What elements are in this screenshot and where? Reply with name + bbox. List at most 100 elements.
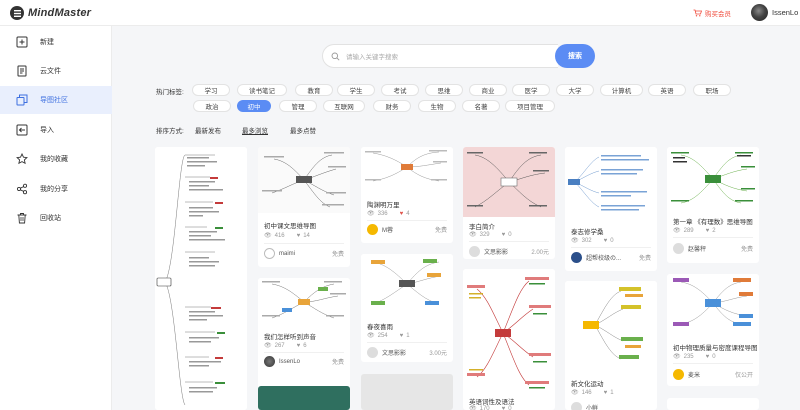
- card-stats: 👁 329 ♥ 0: [469, 231, 512, 239]
- view-count: 289: [683, 227, 694, 234]
- card-divider: [673, 363, 753, 364]
- tag-chip[interactable]: 计算机: [600, 84, 643, 96]
- tag-chip[interactable]: 政治: [193, 100, 231, 112]
- sidebar-item-community[interactable]: 导图社区: [0, 86, 112, 114]
- tag-chip[interactable]: 名著: [462, 100, 500, 112]
- author-avatar: [367, 224, 378, 235]
- map-card-partial[interactable]: [667, 398, 759, 410]
- card-author[interactable]: 超帮校级の...: [571, 252, 621, 263]
- user-menu[interactable]: IssenLo: [751, 4, 798, 21]
- mindmap-thumbnail: [361, 147, 453, 187]
- card-author[interactable]: maimi: [264, 248, 295, 259]
- map-card[interactable]: 李白简介 👁 329 ♥ 0 文思影影 2.00元: [463, 147, 555, 259]
- card-author[interactable]: IssenLo: [264, 356, 300, 367]
- sidebar-item-trash[interactable]: 回收站: [0, 204, 112, 232]
- tag-chip[interactable]: 学习: [192, 84, 230, 96]
- eye-icon: 👁: [673, 354, 681, 360]
- map-card[interactable]: 初中课文思维导图 👁 416 ♥ 14 maimi 免费: [258, 147, 350, 267]
- tag-chip[interactable]: 职场: [693, 84, 731, 96]
- map-card[interactable]: 初中物理质量与密度课程导图 👁 235 ♥ 0 麦米 仅公开: [667, 274, 759, 386]
- mindmap-thumbnail: [361, 254, 453, 314]
- card-title: 春夜喜雨: [367, 324, 393, 331]
- tag-chip[interactable]: 考试: [381, 84, 419, 96]
- view-count: 336: [377, 210, 388, 217]
- sidebar-item-label: 导入: [40, 127, 54, 134]
- map-card[interactable]: 泰志修学桑 👁 302 ♥ 0 超帮校级の... 免费: [565, 147, 657, 271]
- author-avatar: [264, 356, 275, 367]
- author-avatar: [367, 347, 378, 358]
- search-button[interactable]: 搜索: [555, 44, 595, 68]
- tag-chip[interactable]: 生物: [418, 100, 456, 112]
- card-title: 初中物理质量与密度课程导图: [673, 345, 758, 352]
- app-logo[interactable]: MindMaster: [10, 6, 91, 20]
- tag-chip[interactable]: 互联网: [323, 100, 365, 112]
- card-author[interactable]: 小鲜: [571, 402, 598, 410]
- import-icon: [16, 124, 28, 136]
- map-card[interactable]: 陶渊明万里 👁 336 ♥ 4 M蓉 免费: [361, 147, 453, 243]
- like-count: 0: [712, 353, 716, 360]
- card-title: 李白简介: [469, 224, 495, 231]
- map-card[interactable]: 春夜喜雨 👁 254 ♥ 1 文思影影 3.00元: [361, 254, 453, 362]
- map-card[interactable]: 英语词性及语法 👁 170 ♥ 0: [463, 269, 555, 410]
- card-author[interactable]: M蓉: [367, 224, 393, 235]
- mindmap-thumbnail: [667, 274, 759, 332]
- tag-chip[interactable]: 英语: [648, 84, 686, 96]
- tag-chip[interactable]: 项目管理: [505, 100, 555, 112]
- like-count: 0: [508, 231, 512, 238]
- tag-chip[interactable]: 思维: [425, 84, 463, 96]
- card-author[interactable]: 文思影影: [469, 246, 508, 257]
- sidebar-item-cloud-files[interactable]: 云文件: [0, 57, 112, 85]
- like-count: 2: [712, 227, 716, 234]
- card-title: 陶渊明万里: [367, 202, 400, 209]
- map-card[interactable]: 第一章 《有理数》思维导图 👁 289 ♥ 2 赵馨秤 免费: [667, 147, 759, 263]
- sidebar-item-favorites[interactable]: 我的收藏: [0, 145, 112, 173]
- sidebar-item-shares[interactable]: 我的分享: [0, 175, 112, 203]
- tag-chip[interactable]: 财务: [373, 100, 411, 112]
- heart-icon: ♥: [705, 353, 710, 360]
- map-card-partial[interactable]: [258, 386, 350, 410]
- sidebar-item-label: 新建: [40, 39, 54, 46]
- sort-option-most-viewed[interactable]: 最多浏览: [242, 125, 268, 135]
- tag-chip[interactable]: 医学: [512, 84, 550, 96]
- author-name: 赵馨秤: [688, 247, 707, 253]
- tag-chip[interactable]: 学生: [337, 84, 375, 96]
- card-author[interactable]: 文思影影: [367, 347, 406, 358]
- view-count: 302: [581, 237, 592, 244]
- like-count: 6: [303, 342, 307, 349]
- map-card-large[interactable]: [155, 147, 247, 410]
- mindmaster-logo-icon: [10, 6, 24, 20]
- sort-label: 排序方式:: [156, 128, 184, 135]
- buy-vip-link[interactable]: 购买会员: [693, 8, 731, 18]
- map-card-partial[interactable]: [361, 374, 453, 410]
- heart-icon: ♥: [603, 389, 608, 396]
- sort-option-most-liked[interactable]: 最多点赞: [290, 125, 316, 135]
- heart-icon: ♥: [705, 227, 710, 234]
- author-avatar: [571, 252, 582, 263]
- star-icon: [16, 153, 28, 165]
- sort-option-newest[interactable]: 最新发布: [195, 125, 221, 135]
- view-count: 146: [581, 389, 592, 396]
- tag-chip[interactable]: 读书笔记: [237, 84, 287, 96]
- map-card[interactable]: 我们怎样听到声音 👁 267 ♥ 6 IssenLo 免费: [258, 278, 350, 398]
- sidebar-item-new[interactable]: 新建: [0, 28, 112, 56]
- tag-chip[interactable]: 商业: [469, 84, 507, 96]
- search-icon: [331, 52, 340, 61]
- card-author[interactable]: 麦米: [673, 369, 700, 380]
- map-card[interactable]: 新文化运动 👁 146 ♥ 1 小鲜: [565, 281, 657, 410]
- document-icon: [17, 65, 27, 77]
- tag-chip[interactable]: 大学: [556, 84, 594, 96]
- brand-name: MindMaster: [28, 7, 92, 19]
- card-title: 我们怎样听到声音: [264, 334, 316, 341]
- search-input[interactable]: 请输入关键字搜索: [322, 44, 558, 68]
- top-bar: MindMaster 购买会员 IssenLo: [0, 0, 800, 26]
- card-author[interactable]: 赵馨秤: [673, 243, 706, 254]
- sidebar-item-import[interactable]: 导入: [0, 116, 112, 144]
- card-divider: [264, 243, 344, 244]
- tag-chip[interactable]: 教育: [295, 84, 333, 96]
- tag-chip-active[interactable]: 初中: [237, 100, 271, 112]
- eye-icon: 👁: [264, 343, 272, 349]
- tag-chip[interactable]: 管理: [279, 100, 317, 112]
- heart-icon: ♥: [603, 237, 608, 244]
- like-count: 1: [610, 389, 614, 396]
- like-count: 0: [610, 237, 614, 244]
